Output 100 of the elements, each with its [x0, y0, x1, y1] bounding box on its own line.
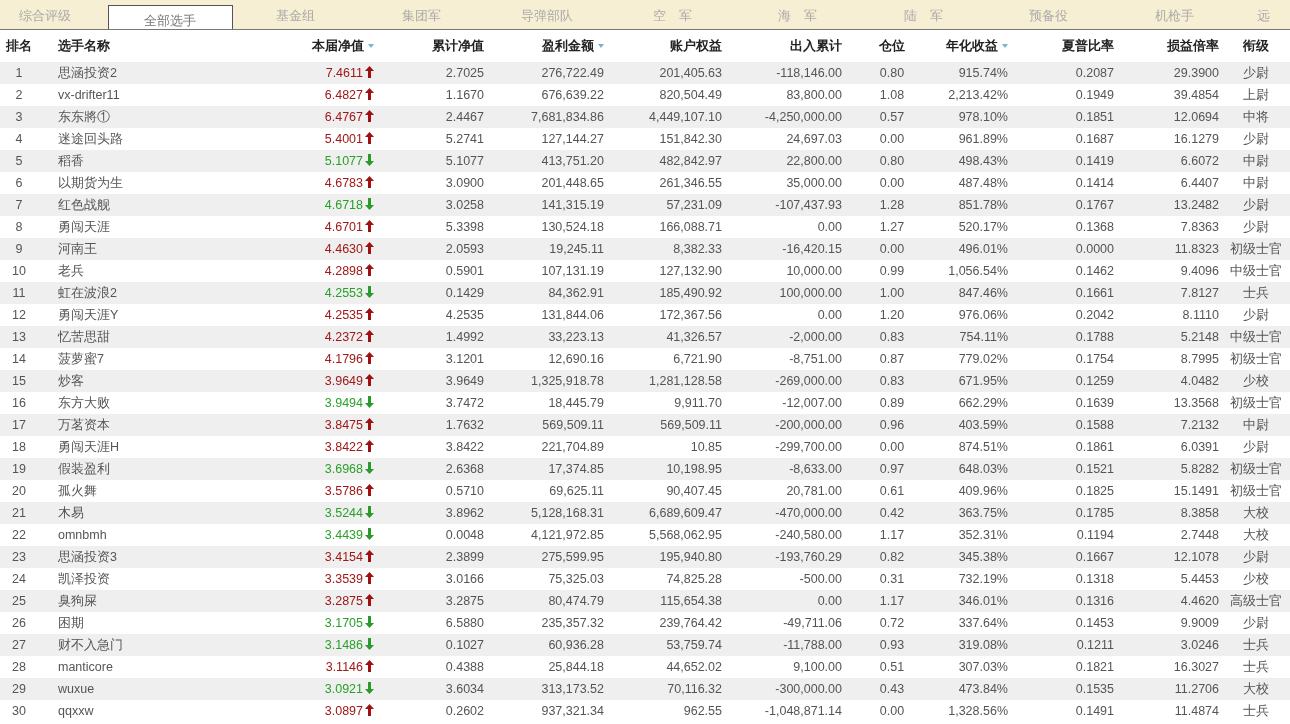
- profit-amount: 5,128,168.31: [531, 504, 604, 522]
- column-header[interactable]: 夏普比率: [1062, 36, 1114, 56]
- column-header[interactable]: 出入累计: [790, 36, 842, 56]
- profit-loss-ratio: 5.4453: [1180, 570, 1219, 588]
- account-equity: 6,721.90: [673, 350, 722, 368]
- grade-cell-text: 少校: [1242, 372, 1269, 390]
- net-flow: -4,250,000.00: [764, 108, 842, 126]
- grade-cell-text: 中级士官: [1229, 328, 1282, 346]
- cumulative-value: 3.9649: [445, 372, 484, 390]
- net-flow: -49,711.06: [783, 614, 842, 632]
- cumulative-value: 3.0900: [445, 174, 484, 192]
- profit-loss-ratio: 5.2148: [1180, 328, 1219, 346]
- grade-cell-text: 中将: [1242, 108, 1269, 126]
- sharpe-ratio: 0.2042: [1075, 306, 1114, 324]
- sharpe-ratio: 0.1851: [1075, 108, 1114, 126]
- column-header[interactable]: 损益倍率: [1167, 36, 1219, 56]
- position-ratio: 0.89: [879, 394, 905, 412]
- position-ratio: 0.00: [879, 174, 905, 192]
- profit-amount: 7,681,834.86: [531, 108, 604, 126]
- rank-cell-text: 17: [12, 416, 26, 434]
- profit-amount: 313,173.52: [541, 680, 604, 698]
- player-name: 以期货为生: [58, 174, 123, 192]
- account-equity: 239,764.42: [659, 614, 722, 632]
- position-ratio: 0.42: [879, 504, 905, 522]
- position-ratio: 0.43: [879, 680, 905, 698]
- net-flow: -107,437.93: [775, 196, 842, 214]
- rank-cell-text: 28: [12, 658, 26, 676]
- net-value: 3.0897: [324, 702, 363, 720]
- profit-amount: 1,325,918.78: [531, 372, 604, 390]
- net-flow: -470,000.00: [775, 504, 842, 522]
- grade-cell-text: 中尉: [1242, 416, 1269, 434]
- net-flow: 0.00: [817, 306, 842, 324]
- profit-amount: 275,599.95: [541, 548, 604, 566]
- tab[interactable]: 全部选手: [107, 5, 233, 29]
- net-flow: 24,697.03: [786, 130, 842, 148]
- column-header[interactable]: 年化收益: [946, 36, 998, 56]
- player-name: 东东將①: [58, 108, 110, 126]
- rank-cell-text: 16: [12, 394, 26, 412]
- account-equity: 166,088.71: [659, 218, 722, 236]
- position-ratio: 0.57: [879, 108, 905, 126]
- annual-return: 961.89%: [958, 130, 1008, 148]
- player-name: wuxue: [58, 680, 95, 698]
- net-value: 3.6968: [324, 460, 363, 478]
- annual-return: 307.03%: [958, 658, 1008, 676]
- sharpe-ratio: 0.1767: [1075, 196, 1114, 214]
- profit-loss-ratio: 6.0391: [1180, 438, 1219, 456]
- account-equity: 820,504.49: [659, 86, 722, 104]
- profit-amount: 84,362.91: [548, 284, 604, 302]
- sharpe-ratio: 0.0000: [1075, 240, 1114, 258]
- column-header[interactable]: 排名: [6, 36, 32, 56]
- rank-cell-text: 8: [15, 218, 23, 236]
- sharpe-ratio: 0.1491: [1075, 702, 1114, 720]
- annual-return: 2,213.42%: [948, 86, 1008, 104]
- cumulative-value: 3.0258: [445, 196, 484, 214]
- net-flow: -269,000.00: [775, 372, 842, 390]
- sharpe-ratio: 0.1788: [1075, 328, 1114, 346]
- position-ratio: 0.83: [879, 372, 905, 390]
- column-header[interactable]: 仓位: [879, 36, 905, 56]
- player-name: 虹在波浪2: [58, 284, 117, 302]
- player-name: 凯泽投资: [58, 570, 110, 588]
- profit-amount: 69,625.11: [549, 482, 604, 500]
- grade-cell-text: 中级士官: [1229, 262, 1282, 280]
- profit-loss-ratio: 6.4407: [1180, 174, 1219, 192]
- player-name: 老兵: [58, 262, 84, 280]
- column-header[interactable]: 盈利金额: [542, 36, 594, 56]
- profit-loss-ratio: 16.1279: [1173, 130, 1219, 148]
- sharpe-ratio: 0.1211: [1076, 636, 1114, 654]
- column-header[interactable]: 累计净值: [432, 36, 484, 56]
- net-value: 4.2535: [324, 306, 363, 324]
- profit-loss-ratio: 9.9009: [1180, 614, 1219, 632]
- profit-amount: 80,474.79: [548, 592, 604, 610]
- profit-loss-ratio: 3.0246: [1180, 636, 1219, 654]
- profit-amount: 18,445.79: [548, 394, 604, 412]
- cumulative-value: 3.8422: [445, 438, 484, 456]
- rank-cell-text: 27: [12, 636, 26, 654]
- position-ratio: 1.17: [879, 592, 905, 610]
- account-equity: 172,367.56: [659, 306, 722, 324]
- sharpe-ratio: 0.1639: [1075, 394, 1114, 412]
- rank-cell-text: 4: [15, 130, 23, 148]
- position-ratio: 1.28: [879, 196, 905, 214]
- profit-loss-ratio: 7.8363: [1180, 218, 1219, 236]
- net-value: 3.2875: [324, 592, 363, 610]
- column-header[interactable]: 选手名称: [58, 36, 110, 56]
- cumulative-value: 1.7632: [445, 416, 484, 434]
- profit-amount: 676,639.22: [541, 86, 604, 104]
- column-header[interactable]: 账户权益: [670, 36, 722, 56]
- net-value: 4.2372: [324, 328, 363, 346]
- account-equity: 569,509.11: [660, 416, 722, 434]
- position-ratio: 0.87: [879, 350, 905, 368]
- grade-cell-text: 初级士官: [1229, 240, 1282, 258]
- net-value: 4.4630: [324, 240, 363, 258]
- profit-loss-ratio: 13.2482: [1173, 196, 1219, 214]
- column-header[interactable]: 本届净值: [312, 36, 364, 56]
- net-flow: -1,048,871.14: [764, 702, 842, 720]
- account-equity: 57,231.09: [666, 196, 722, 214]
- net-value: 3.4439: [324, 526, 363, 544]
- column-header[interactable]: 衔级: [1242, 36, 1269, 56]
- profit-amount: 12,690.16: [548, 350, 604, 368]
- sharpe-ratio: 0.1316: [1075, 592, 1114, 610]
- profit-loss-ratio: 11.8323: [1174, 240, 1219, 258]
